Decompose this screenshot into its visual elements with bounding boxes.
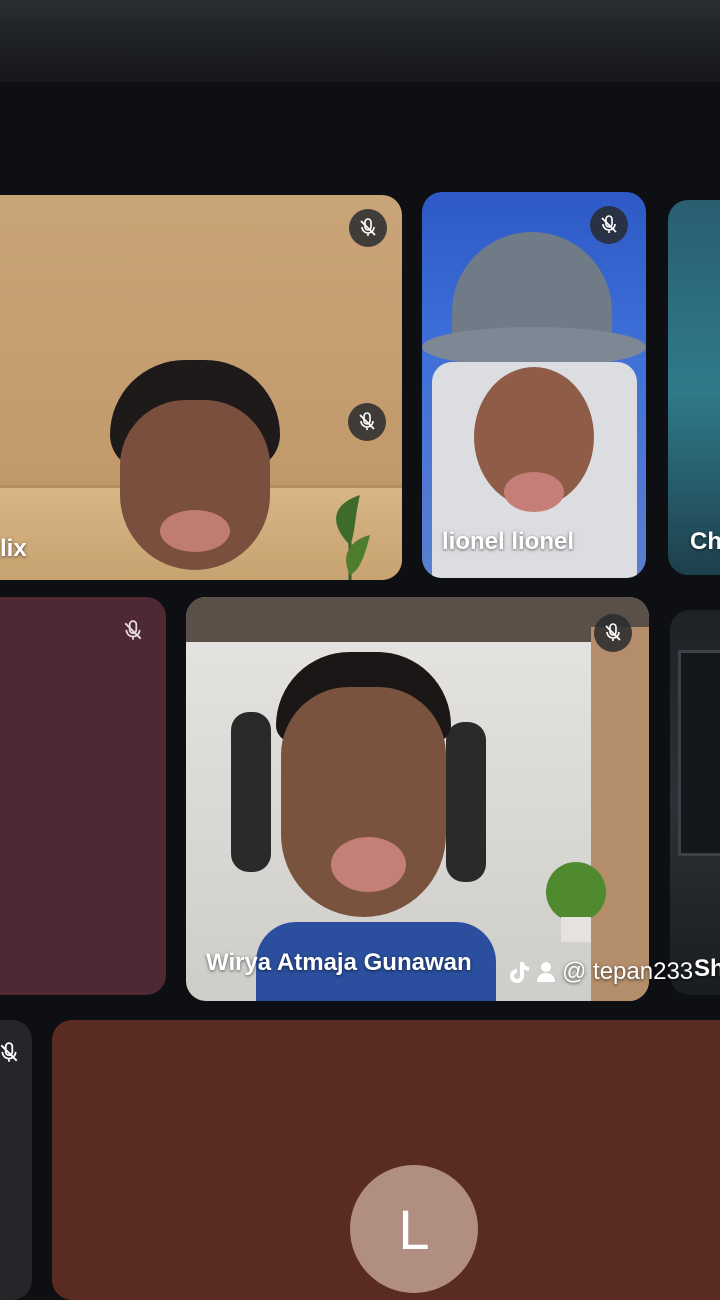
participant-name: Wirya Atmaja Gunawan bbox=[206, 949, 472, 976]
participant-tile-felix[interactable]: lix bbox=[0, 195, 402, 580]
mic-muted-icon bbox=[348, 403, 386, 441]
person-icon bbox=[537, 962, 555, 982]
participant-tile-maroon[interactable] bbox=[0, 597, 166, 995]
avatar: L bbox=[350, 1165, 478, 1293]
plant-decoration-icon bbox=[546, 862, 606, 942]
mic-muted-icon bbox=[349, 209, 387, 247]
participant-name: Ch bbox=[690, 528, 720, 555]
plant-decoration-icon bbox=[336, 495, 370, 580]
mic-muted-icon bbox=[114, 612, 152, 650]
participant-tile-wirya[interactable]: Wirya Atmaja Gunawan bbox=[186, 597, 649, 1001]
video-background-room bbox=[186, 597, 649, 642]
participant-tile-l[interactable]: L bbox=[52, 1020, 720, 1300]
participant-tile-ch[interactable]: Ch bbox=[668, 200, 720, 575]
mic-muted-icon bbox=[590, 206, 628, 244]
participant-name: Sh bbox=[694, 955, 720, 982]
top-bar bbox=[0, 0, 720, 82]
tiktok-icon bbox=[510, 962, 529, 983]
participant-tile-sh[interactable]: Sh bbox=[670, 610, 720, 995]
participant-tile-lionel[interactable]: lionel lionel bbox=[422, 192, 646, 578]
participant-name: lix bbox=[0, 535, 27, 562]
video-background-window bbox=[678, 650, 720, 856]
participant-video-lionel bbox=[422, 232, 646, 578]
watermark: @ tepan233 bbox=[508, 958, 693, 986]
mic-muted-icon bbox=[594, 614, 632, 652]
participant-video-felix bbox=[100, 360, 280, 580]
watermark-handle: @ tepan233 bbox=[562, 958, 694, 985]
avatar-letter: L bbox=[398, 1197, 430, 1261]
participant-name: lionel lionel bbox=[442, 528, 575, 555]
